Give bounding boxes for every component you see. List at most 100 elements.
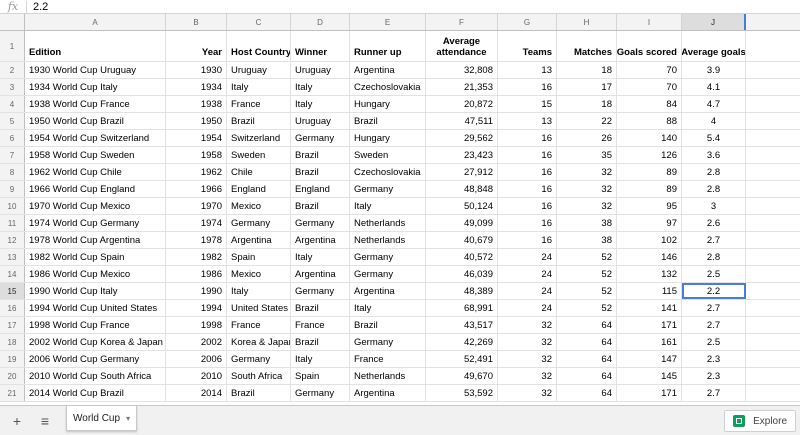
table-cell[interactable]: 2006 [166,351,227,367]
table-cell[interactable]: France [227,96,291,112]
table-cell[interactable]: 32 [498,385,557,401]
table-cell[interactable]: 52,491 [426,351,498,367]
row-header[interactable]: 1 [0,31,25,61]
table-cell[interactable]: 32,808 [426,62,498,78]
table-cell[interactable]: 16 [498,79,557,95]
table-cell[interactable]: Switzerland [227,130,291,146]
table-cell[interactable]: 16 [498,164,557,180]
table-cell[interactable]: 3.6 [682,147,746,163]
table-cell[interactable]: 89 [617,164,682,180]
table-cell[interactable]: 24 [498,249,557,265]
table-cell[interactable]: 52 [557,266,617,282]
table-cell[interactable]: Uruguay [227,62,291,78]
column-header-c[interactable]: C [227,14,291,30]
row-header[interactable]: 21 [0,385,25,401]
table-cell[interactable]: 35 [557,147,617,163]
table-cell[interactable]: Netherlands [350,215,426,231]
table-cell[interactable]: 102 [617,232,682,248]
table-cell[interactable]: Germany [291,215,350,231]
table-cell[interactable]: 2.8 [682,249,746,265]
table-cell[interactable]: Germany [291,130,350,146]
table-cell[interactable]: Italy [291,79,350,95]
table-cell[interactable]: 95 [617,198,682,214]
table-cell[interactable]: 2.3 [682,351,746,367]
table-cell[interactable]: 18 [557,96,617,112]
add-sheet-icon[interactable]: + [6,410,28,432]
table-cell[interactable]: Brazil [291,300,350,316]
row-header[interactable]: 9 [0,181,25,197]
table-cell[interactable]: 18 [557,62,617,78]
table-cell[interactable]: Italy [350,300,426,316]
table-cell[interactable]: Germany [291,385,350,401]
table-cell[interactable]: 2014 World Cup Brazil [25,385,166,401]
table-cell[interactable]: 16 [498,147,557,163]
table-cell[interactable]: 1930 [166,62,227,78]
table-cell[interactable]: France [227,317,291,333]
row-header[interactable]: 17 [0,317,25,333]
table-cell[interactable]: 52 [557,249,617,265]
table-cell[interactable]: 17 [557,79,617,95]
table-cell[interactable]: 15 [498,96,557,112]
table-cell[interactable]: Germany [227,351,291,367]
table-cell[interactable]: 4.7 [682,96,746,112]
table-cell[interactable]: Brazil [227,385,291,401]
table-cell[interactable]: Chile [227,164,291,180]
table-cell[interactable]: 1990 [166,283,227,299]
header-cell[interactable]: Host Country [227,31,291,61]
table-cell[interactable]: 115 [617,283,682,299]
table-cell[interactable]: 40,572 [426,249,498,265]
all-sheets-icon[interactable]: ≡ [34,410,56,432]
table-cell[interactable]: Italy [350,198,426,214]
table-cell[interactable]: 43,517 [426,317,498,333]
table-cell[interactable]: 1930 World Cup Uruguay [25,62,166,78]
table-cell[interactable]: 70 [617,62,682,78]
row-header[interactable]: 8 [0,164,25,180]
table-cell[interactable]: 70 [617,79,682,95]
header-cell[interactable]: Teams [498,31,557,61]
table-cell[interactable]: 2010 World Cup South Africa [25,368,166,384]
table-cell[interactable]: Argentina [227,232,291,248]
table-cell[interactable]: 16 [498,232,557,248]
table-cell[interactable]: Germany [291,283,350,299]
table-cell[interactable]: 68,991 [426,300,498,316]
table-cell[interactable]: 2006 World Cup Germany [25,351,166,367]
table-cell[interactable]: 49,670 [426,368,498,384]
table-cell[interactable]: 52 [557,300,617,316]
table-cell[interactable]: 1970 World Cup Mexico [25,198,166,214]
column-header-f[interactable]: F [426,14,498,30]
row-header[interactable]: 13 [0,249,25,265]
table-cell[interactable]: 1954 World Cup Switzerland [25,130,166,146]
header-cell[interactable]: Goals scored [617,31,682,61]
table-cell[interactable]: Argentina [291,266,350,282]
row-header[interactable]: 14 [0,266,25,282]
column-header-e[interactable]: E [350,14,426,30]
table-cell[interactable]: Germany [350,181,426,197]
table-cell[interactable]: 32 [498,351,557,367]
table-cell[interactable]: 1978 [166,232,227,248]
table-cell[interactable]: 13 [498,62,557,78]
table-cell[interactable]: Germany [350,249,426,265]
header-cell[interactable]: Winner [291,31,350,61]
table-cell[interactable]: 3 [682,198,746,214]
table-cell[interactable]: 38 [557,215,617,231]
table-cell[interactable]: 32 [498,317,557,333]
table-cell[interactable]: 20,872 [426,96,498,112]
column-header-b[interactable]: B [166,14,227,30]
select-all-corner[interactable] [0,14,25,30]
column-header-h[interactable]: H [557,14,617,30]
table-cell[interactable]: Mexico [227,198,291,214]
table-cell[interactable]: 21,353 [426,79,498,95]
table-cell[interactable]: 147 [617,351,682,367]
table-cell[interactable]: 1978 World Cup Argentina [25,232,166,248]
table-cell[interactable]: 5.4 [682,130,746,146]
header-cell[interactable]: Runner up [350,31,426,61]
table-cell[interactable]: Korea & Japan [227,334,291,350]
table-cell[interactable]: 1982 [166,249,227,265]
table-cell[interactable]: 24 [498,266,557,282]
table-cell[interactable]: 2.7 [682,317,746,333]
table-cell[interactable]: 2.3 [682,368,746,384]
table-cell[interactable]: 64 [557,317,617,333]
column-header-i[interactable]: I [617,14,682,30]
table-cell[interactable]: 1970 [166,198,227,214]
table-cell[interactable]: 64 [557,334,617,350]
